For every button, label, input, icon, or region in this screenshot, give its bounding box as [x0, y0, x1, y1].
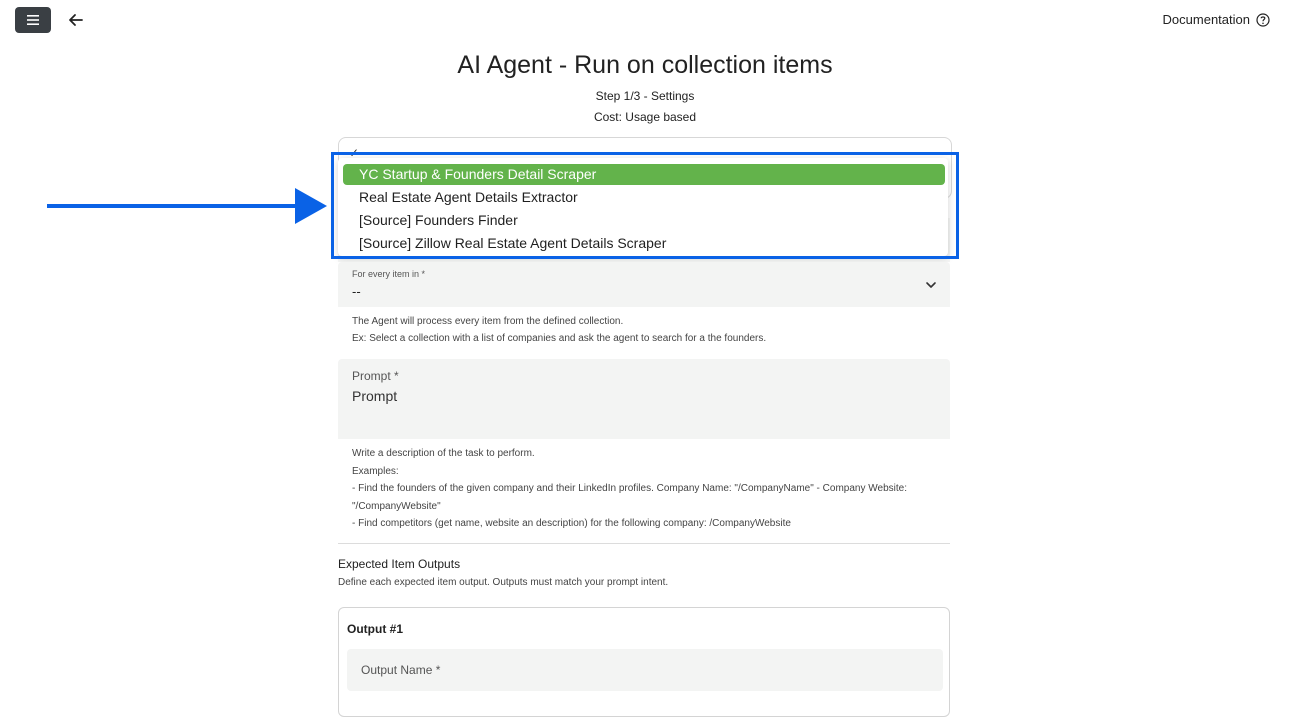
step-indicator: Step 1/3 - Settings — [595, 89, 695, 103]
prompt-placeholder: Prompt — [352, 388, 398, 404]
output-name-label: Output Name * — [361, 663, 441, 677]
prompt-help: Write a description of the task to perfo… — [352, 445, 942, 533]
chevron-down-icon — [926, 282, 936, 288]
collection-select[interactable]: For every item in * -- — [338, 262, 950, 307]
output-card-title: Output #1 — [347, 622, 403, 636]
output-name-input[interactable]: Output Name * — [347, 649, 943, 691]
collection-value: -- — [352, 284, 361, 299]
prompt-help-line: Examples: — [352, 465, 399, 477]
help-circle-icon — [1256, 12, 1270, 27]
collection-help-line: The Agent will process every item from t… — [352, 316, 624, 327]
cost-label: Cost: Usage based — [593, 110, 697, 124]
prompt-input[interactable]: Prompt * Prompt — [338, 359, 950, 439]
documentation-label: Documentation — [1162, 12, 1250, 27]
outputs-description: Define each expected item output. Output… — [338, 577, 669, 588]
section-divider — [338, 543, 950, 544]
documentation-link[interactable]: Documentation — [1163, 12, 1270, 27]
prompt-label: Prompt * — [352, 369, 399, 383]
hamburger-menu-icon — [27, 15, 39, 25]
outputs-title: Expected Item Outputs — [338, 557, 461, 571]
page-title: AI Agent - Run on collection items — [457, 51, 833, 79]
collection-label: For every item in * — [352, 269, 426, 279]
annotation-highlight-box — [331, 152, 959, 259]
collection-help-line: Ex: Select a collection with a list of c… — [352, 333, 767, 344]
prompt-help-line: Write a description of the task to perfo… — [352, 448, 535, 459]
output-card: Output #1 Output Name * — [338, 607, 950, 717]
menu-button[interactable] — [15, 7, 51, 33]
arrow-left-icon — [69, 14, 83, 26]
prompt-help-line: - Find the founders of the given company… — [352, 483, 907, 512]
annotation-arrow-icon — [47, 188, 327, 224]
back-button[interactable] — [66, 10, 86, 30]
collection-help: The Agent will process every item from t… — [352, 313, 766, 347]
prompt-help-line: - Find competitors (get name, website an… — [352, 518, 791, 529]
